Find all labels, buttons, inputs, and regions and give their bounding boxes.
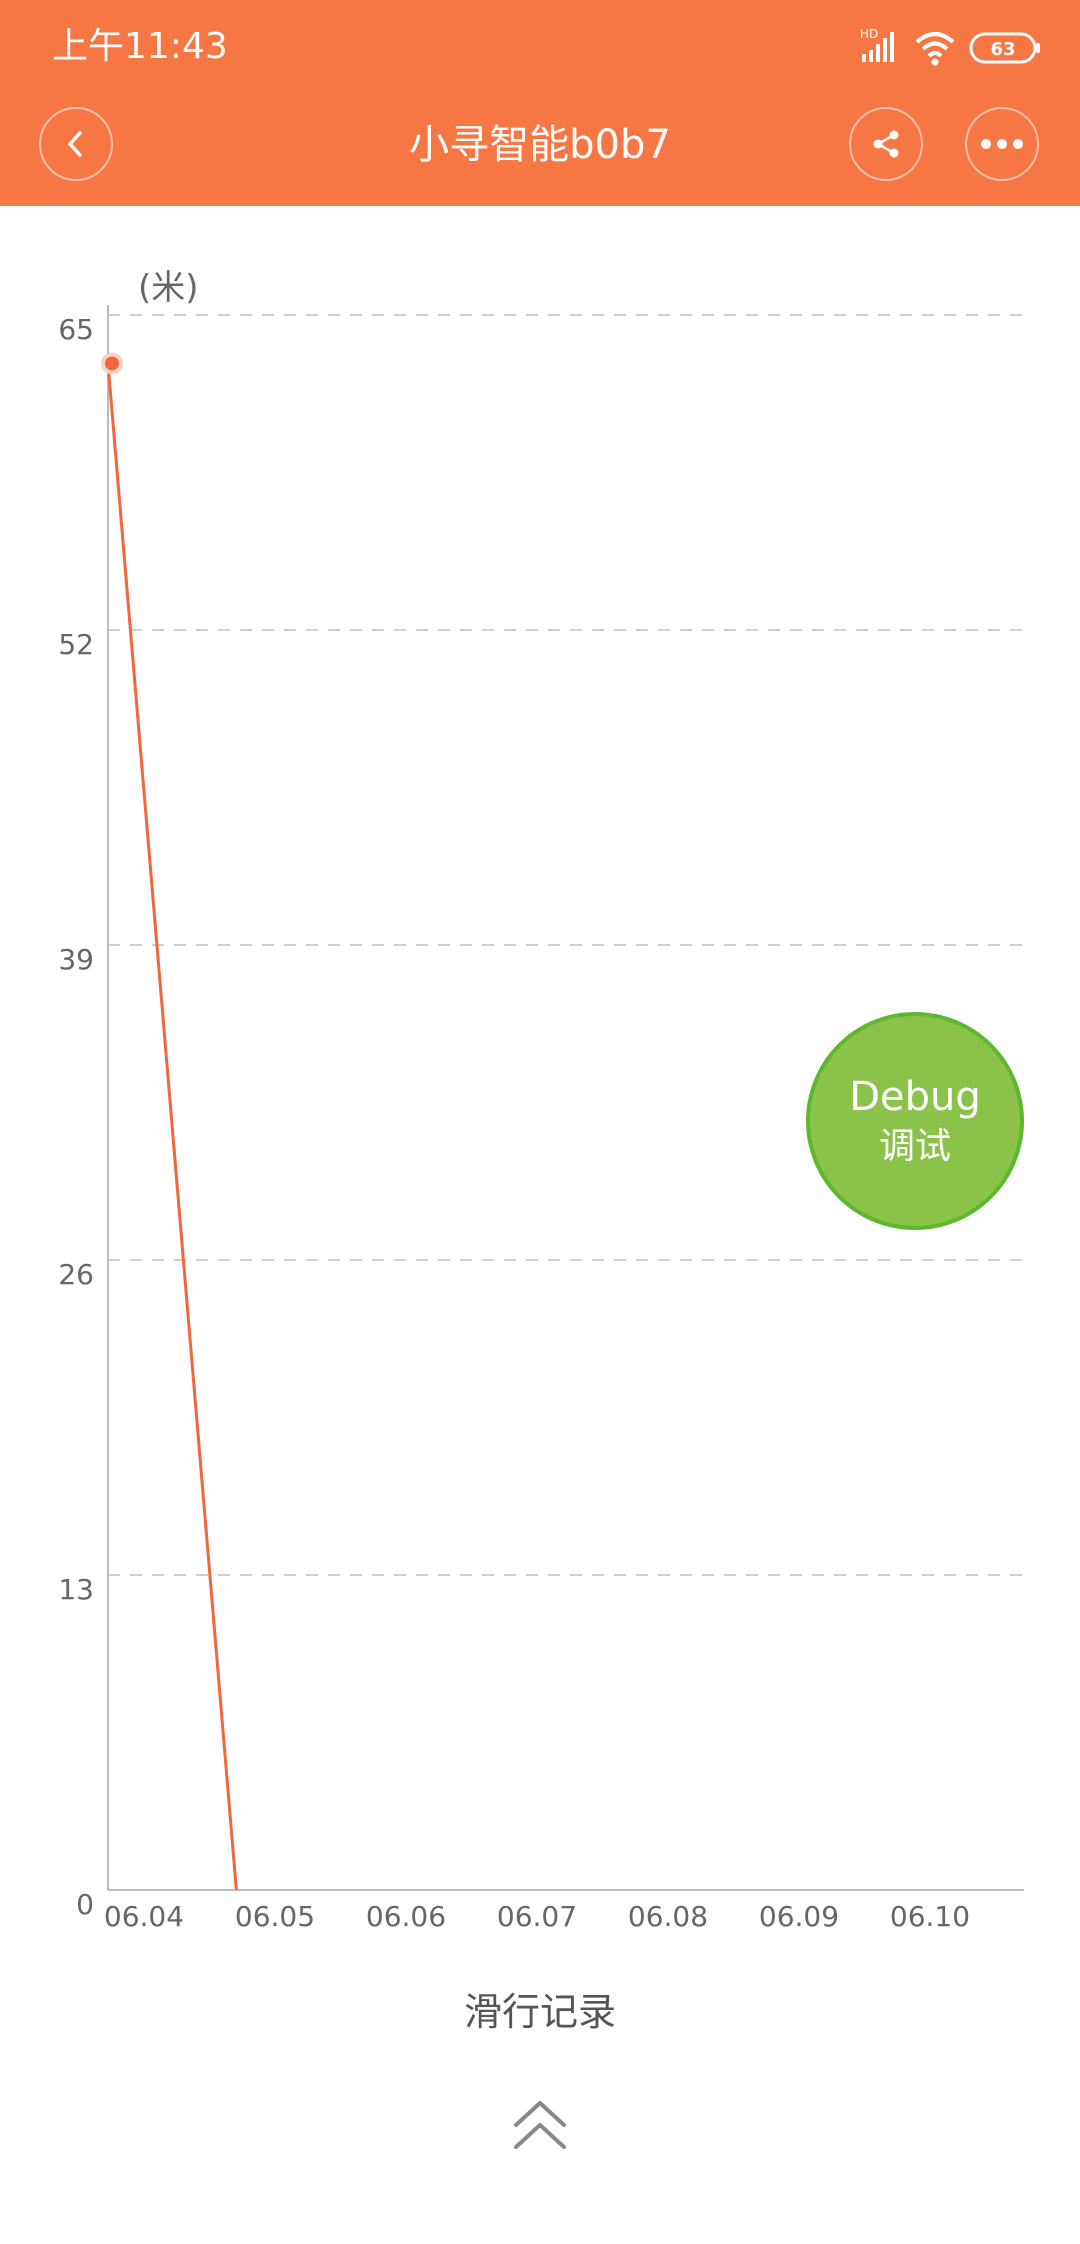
status-time: 上午11:43 <box>52 26 228 67</box>
y-axis-label: (米) <box>138 268 199 308</box>
expand-button[interactable] <box>505 2090 575 2160</box>
data-point <box>101 352 123 375</box>
x-tick-label: 06.04 <box>104 1900 184 1933</box>
battery-level: 63 <box>990 39 1015 60</box>
wifi-icon <box>915 32 955 66</box>
share-button[interactable] <box>849 107 923 181</box>
x-tick-label: 06.09 <box>759 1900 839 1933</box>
more-icon <box>981 139 1023 149</box>
x-tick-label: 06.10 <box>890 1900 970 1933</box>
x-tick-label: 06.06 <box>366 1900 446 1933</box>
x-tick-label: 06.07 <box>497 1900 577 1933</box>
y-tick-label: 52 <box>58 628 94 661</box>
series-line <box>106 363 238 1891</box>
x-tick-label: 06.08 <box>628 1900 708 1933</box>
battery-icon: 63 <box>969 32 1040 64</box>
y-tick-label: 0 <box>76 1888 94 1921</box>
y-tick-label: 26 <box>58 1258 94 1291</box>
debug-button[interactable]: Debug 调试 <box>806 1012 1024 1230</box>
app-bar: 上午11:43 HD 63 小寻智能b0b7 <box>0 0 1080 206</box>
share-icon <box>873 130 899 158</box>
signal-icon: HD <box>860 27 894 62</box>
more-button[interactable] <box>965 107 1039 181</box>
y-tick-label: 65 <box>58 313 94 346</box>
chart-title: 滑行记录 <box>463 1990 616 2034</box>
status-icons: HD 63 <box>860 26 1040 70</box>
network-badge: HD <box>860 27 878 41</box>
y-tick-label: 13 <box>58 1573 94 1606</box>
debug-label: Debug <box>849 1074 981 1120</box>
x-tick-label: 06.05 <box>235 1900 315 1933</box>
y-tick-label: 39 <box>58 943 94 976</box>
double-chevron-up-icon <box>514 2101 566 2149</box>
debug-sublabel: 调试 <box>878 1126 951 1167</box>
